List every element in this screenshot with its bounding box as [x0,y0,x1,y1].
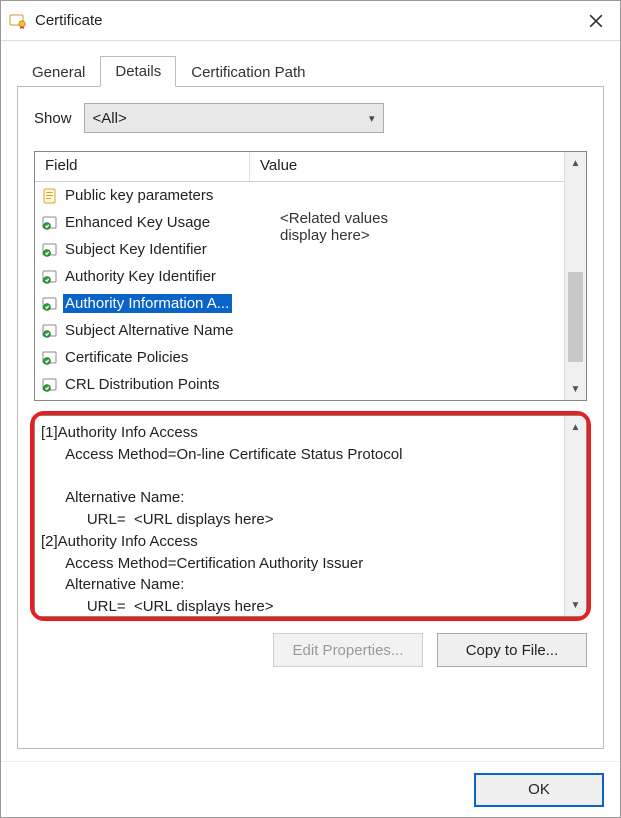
ext-icon [41,349,59,367]
edit-properties-button: Edit Properties... [273,633,423,667]
ext-icon [41,376,59,394]
field-label: Authority Key Identifier [63,267,219,286]
show-label: Show [34,110,72,127]
listview-scrollbar[interactable]: ▲ ▼ [564,152,586,400]
scroll-thumb[interactable] [568,272,583,362]
field-label: Enhanced Key Usage [63,213,213,232]
copy-to-file-button[interactable]: Copy to File... [437,633,587,667]
close-button[interactable] [574,2,618,40]
list-item[interactable]: Certificate Policies [35,344,564,371]
detail-value-text[interactable]: [1]Authority Info Access Access Method=O… [35,416,564,616]
ext-icon [41,295,59,313]
field-label: Certificate Policies [63,348,191,367]
tabstrip: General Details Certification Path [17,55,604,87]
scroll-up-icon[interactable]: ▲ [565,416,586,438]
tab-details[interactable]: Details [100,56,176,87]
scroll-down-icon[interactable]: ▼ [565,594,586,616]
ext-icon [41,241,59,259]
window-title: Certificate [35,12,574,29]
certificate-icon [9,12,27,30]
dialog-footer: OK [1,761,620,817]
col-value[interactable]: Value [250,152,564,181]
titlebar: Certificate [1,1,620,41]
detail-buttons: Edit Properties... Copy to File... [34,633,587,667]
tab-details-panel: Show <All> ▾ Field Value <Related values… [17,87,604,749]
page-icon [41,187,59,205]
scroll-up-icon[interactable]: ▲ [565,152,586,174]
col-field[interactable]: Field [35,152,250,181]
field-label: CRL Distribution Points [63,375,223,394]
fields-listview: Field Value <Related values display here… [34,151,587,401]
list-item[interactable]: Subject Alternative Name [35,317,564,344]
certificate-dialog: Certificate General Details Certificatio… [0,0,621,818]
ext-icon [41,268,59,286]
listview-rows: <Related values display here> Public key… [35,182,564,400]
field-label: Subject Key Identifier [63,240,210,259]
tab-general[interactable]: General [17,57,100,87]
detail-value-box: [1]Authority Info Access Access Method=O… [34,415,587,617]
value-placeholder: <Related values display here> [280,210,388,244]
field-label: Public key parameters [63,186,216,205]
show-filter-row: Show <All> ▾ [34,103,587,133]
list-item[interactable]: Public key parameters [35,182,564,209]
show-dropdown-value: <All> [93,110,127,127]
list-item[interactable]: Authority Key Identifier [35,263,564,290]
show-dropdown[interactable]: <All> ▾ [84,103,384,133]
field-label: Subject Alternative Name [63,321,236,340]
list-item[interactable]: CRL Distribution Points [35,371,564,398]
chevron-down-icon: ▾ [369,112,375,125]
ext-icon [41,214,59,232]
detail-scrollbar[interactable]: ▲ ▼ [564,416,586,616]
listview-header: Field Value [35,152,564,182]
ext-icon [41,322,59,340]
field-label: Authority Information A... [63,294,232,313]
scroll-down-icon[interactable]: ▼ [565,378,586,400]
dialog-body: General Details Certification Path Show … [1,41,620,761]
list-item[interactable]: Authority Information A... [35,290,564,317]
tab-certification-path[interactable]: Certification Path [176,57,320,87]
ok-button[interactable]: OK [474,773,604,807]
